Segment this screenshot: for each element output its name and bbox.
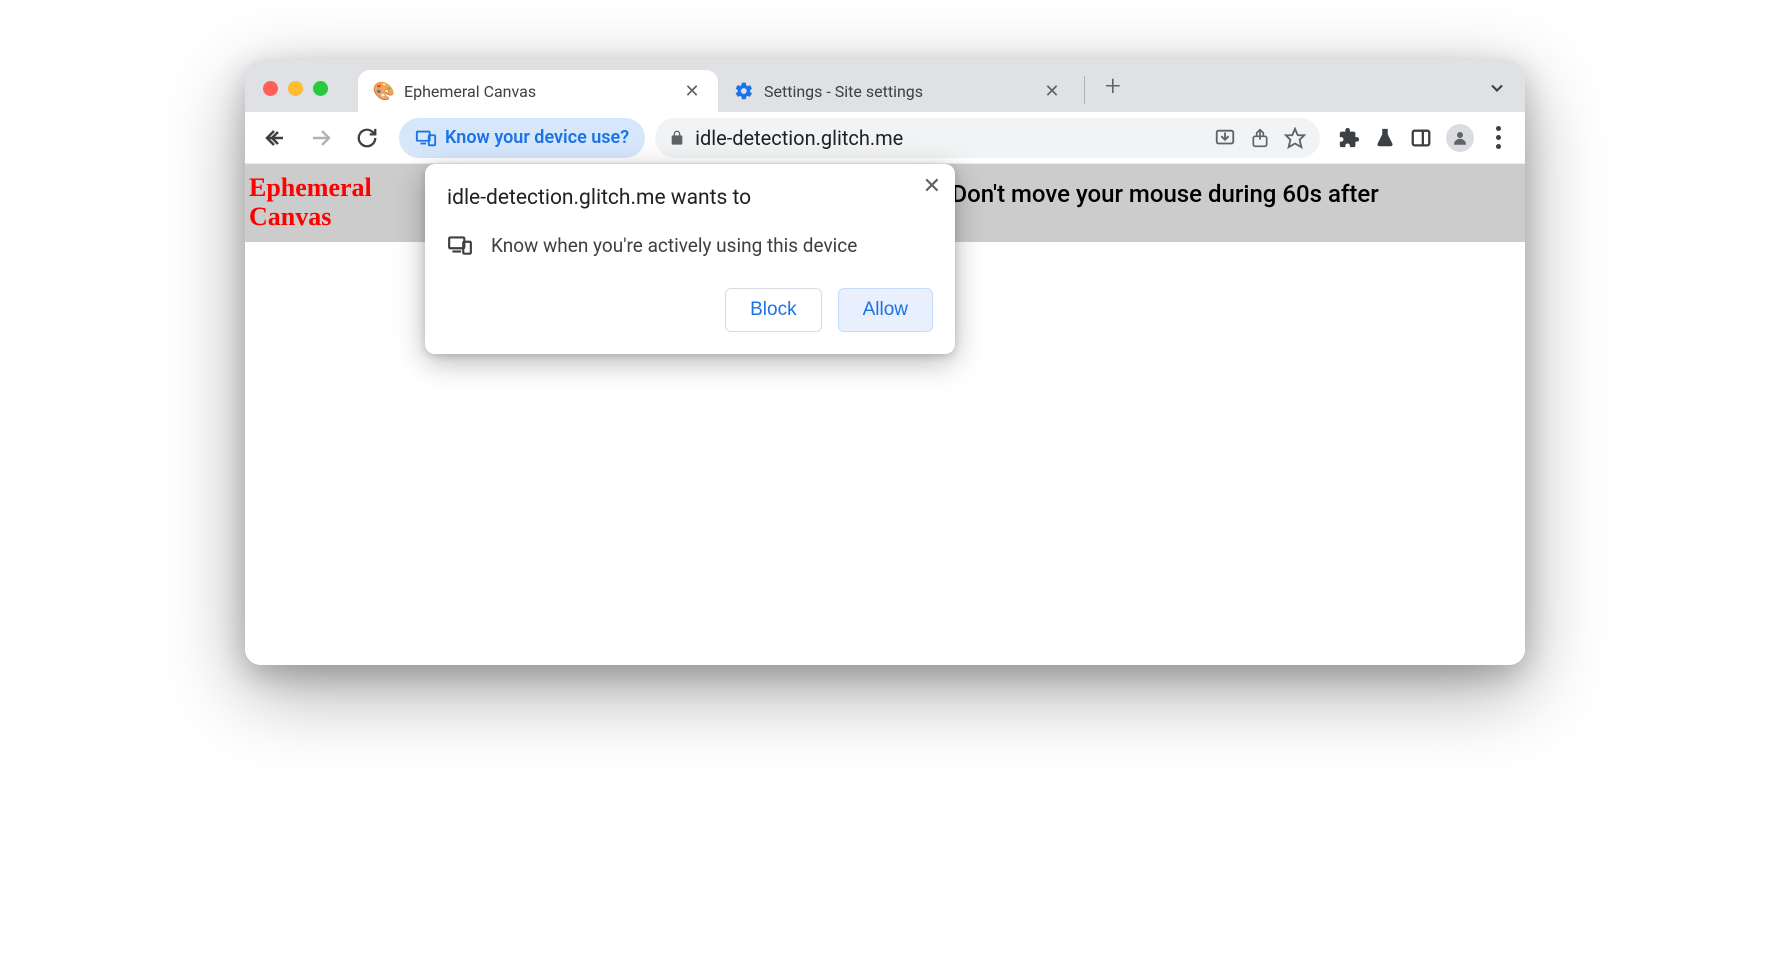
new-tab-button[interactable]: +	[1091, 69, 1135, 112]
bookmark-star-icon[interactable]	[1284, 127, 1306, 149]
address-bar-container: Know your device use? idle-detection.gli…	[399, 118, 1320, 158]
allow-button[interactable]: Allow	[838, 288, 933, 332]
block-button[interactable]: Block	[725, 288, 821, 332]
tabs-menu-chevron-icon[interactable]	[1487, 78, 1507, 98]
close-tab-icon[interactable]: ✕	[1042, 81, 1062, 102]
tab-title: Ephemeral Canvas	[404, 82, 672, 101]
toolbar-extensions	[1332, 124, 1515, 152]
permission-prompt: ✕ idle-detection.glitch.me wants to Know…	[425, 164, 955, 354]
prompt-buttons: Block Allow	[447, 288, 933, 332]
chrome-menu-icon[interactable]	[1488, 126, 1509, 149]
extensions-icon[interactable]	[1338, 127, 1360, 149]
omnibox-actions	[1214, 127, 1306, 149]
devices-icon	[447, 232, 473, 258]
lock-icon[interactable]	[669, 130, 685, 146]
back-button[interactable]	[255, 118, 295, 158]
permission-item: Know when you're actively using this dev…	[447, 232, 933, 258]
browser-window: 🎨 Ephemeral Canvas ✕ Settings - Site set…	[245, 60, 1525, 665]
profile-avatar[interactable]	[1446, 124, 1474, 152]
permission-chip[interactable]: Know your device use?	[399, 118, 645, 158]
tab-strip: 🎨 Ephemeral Canvas ✕ Settings - Site set…	[245, 60, 1525, 112]
labs-icon[interactable]	[1374, 127, 1396, 149]
url-text: idle-detection.glitch.me	[695, 126, 1204, 150]
tab-title: Settings - Site settings	[764, 82, 1032, 101]
side-panel-icon[interactable]	[1410, 127, 1432, 149]
favicon-icon: 🎨	[374, 81, 394, 101]
toolbar: Know your device use? idle-detection.gli…	[245, 112, 1525, 164]
minimize-window-button[interactable]	[288, 81, 303, 96]
permission-chip-label: Know your device use?	[445, 127, 629, 148]
tab-settings[interactable]: Settings - Site settings ✕	[718, 70, 1078, 112]
close-window-button[interactable]	[263, 81, 278, 96]
share-icon[interactable]	[1250, 128, 1270, 148]
devices-icon	[415, 127, 437, 149]
page-instruction-text: [Don't move your mouse during 60s after	[945, 180, 1379, 208]
reload-button[interactable]	[347, 118, 387, 158]
prompt-title: idle-detection.glitch.me wants to	[447, 186, 933, 210]
address-bar[interactable]: idle-detection.glitch.me	[655, 118, 1320, 158]
permission-label: Know when you're actively using this dev…	[491, 234, 857, 257]
install-icon[interactable]	[1214, 127, 1236, 149]
tab-ephemeral-canvas[interactable]: 🎨 Ephemeral Canvas ✕	[358, 70, 718, 112]
maximize-window-button[interactable]	[313, 81, 328, 96]
forward-button[interactable]	[301, 118, 341, 158]
page-title: Ephemeral Canvas	[249, 174, 389, 231]
close-tab-icon[interactable]: ✕	[682, 81, 702, 102]
tab-separator	[1084, 76, 1085, 104]
gear-icon	[734, 81, 754, 101]
close-icon[interactable]: ✕	[923, 174, 941, 199]
window-controls	[263, 81, 328, 112]
page-content: Ephemeral Canvas [Don't move your mouse …	[245, 164, 1525, 665]
